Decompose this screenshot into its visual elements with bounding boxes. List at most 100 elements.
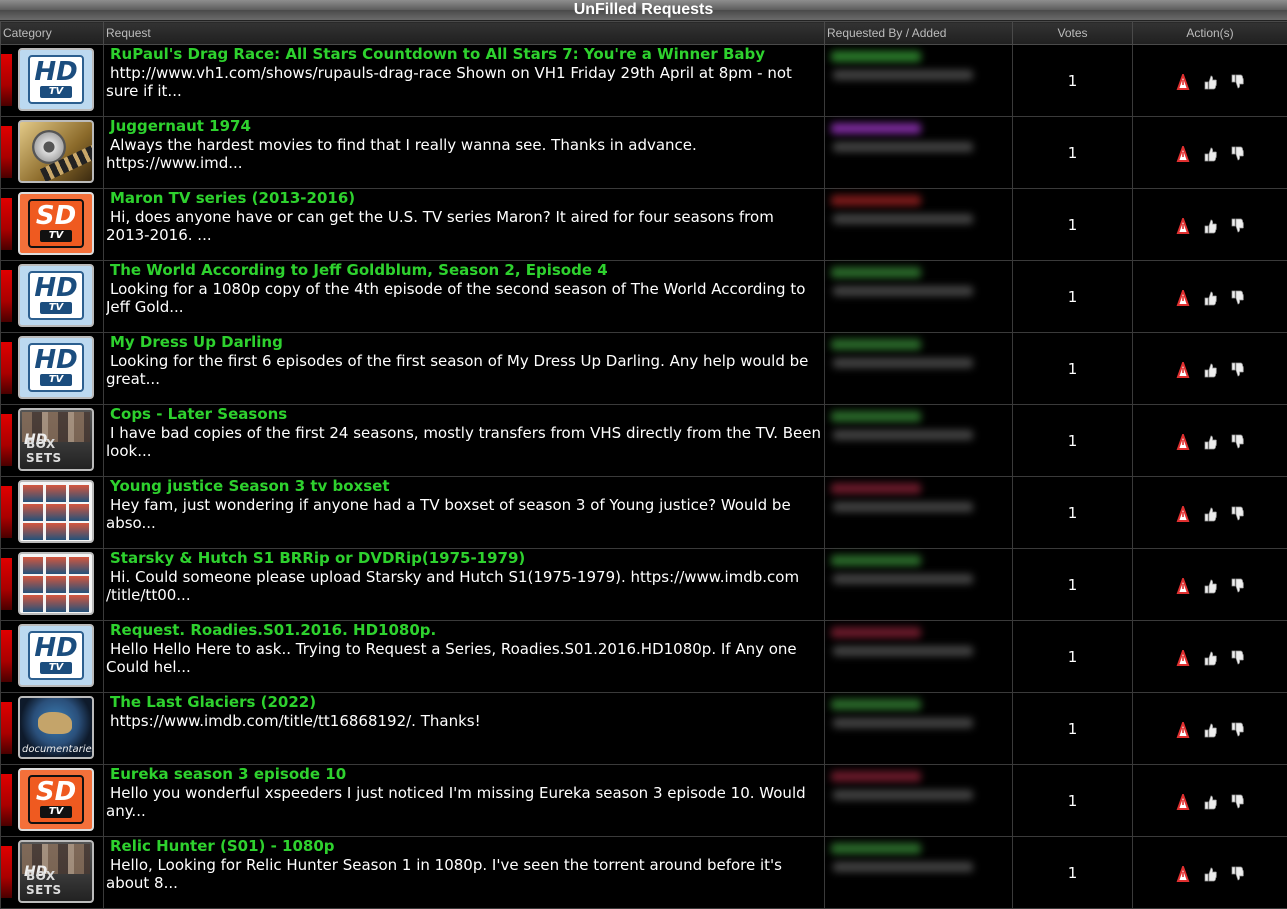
vote-down-icon[interactable] <box>1230 794 1244 810</box>
report-icon[interactable] <box>1176 146 1190 162</box>
vote-up-icon[interactable] <box>1203 578 1217 594</box>
requester-username-blurred[interactable] <box>831 627 921 638</box>
request-title-link[interactable]: RuPaul's Drag Race: All Stars Countdown … <box>106 46 824 63</box>
vote-up-icon[interactable] <box>1203 866 1217 882</box>
category-icon-sublabel: TV <box>40 662 72 674</box>
report-icon[interactable] <box>1176 722 1190 738</box>
report-icon[interactable] <box>1176 362 1190 378</box>
request-title-link[interactable]: My Dress Up Darling <box>106 334 824 351</box>
vote-up-icon[interactable] <box>1203 218 1217 234</box>
vote-up-icon[interactable] <box>1203 794 1217 810</box>
vote-up-icon[interactable] <box>1203 362 1217 378</box>
hd-tv-icon[interactable]: HDTV <box>18 624 94 687</box>
actions-cell <box>1133 765 1287 837</box>
request-title-link[interactable]: Juggernaut 1974 <box>106 118 824 135</box>
requester-username-blurred[interactable] <box>831 195 921 206</box>
request-description-line-1: Hello you wonderful xspeeders I just not… <box>106 784 824 802</box>
column-header-requested-by[interactable]: Requested By / Added <box>825 22 1013 45</box>
votes-count: 1 <box>1013 477 1133 549</box>
vote-down-icon[interactable] <box>1230 434 1244 450</box>
vote-down-icon[interactable] <box>1230 362 1244 378</box>
column-header-request[interactable]: Request <box>104 22 825 45</box>
votes-count: 1 <box>1013 621 1133 693</box>
actions-cell <box>1133 477 1287 549</box>
vote-up-icon[interactable] <box>1203 650 1217 666</box>
requested-by-cell <box>825 45 1013 117</box>
request-cell: Maron TV series (2013-2016) Hi, does any… <box>104 189 825 261</box>
request-title-link[interactable]: Request. Roadies.S01.2016. HD1080p. <box>106 622 824 639</box>
vote-down-icon[interactable] <box>1230 722 1244 738</box>
column-header-category[interactable]: Category <box>1 22 104 45</box>
category-icon-sublabel: BOX SETS <box>26 869 92 897</box>
requester-username-blurred[interactable] <box>831 339 921 350</box>
hd-tv-icon[interactable]: HDTV <box>18 264 94 327</box>
movie-film-icon[interactable] <box>18 120 94 183</box>
table-row: SDTV Maron TV series (2013-2016) Hi, doe… <box>1 189 1287 261</box>
sd-tv-icon[interactable]: SDTV <box>18 192 94 255</box>
requester-username-blurred[interactable] <box>831 771 921 782</box>
request-title-link[interactable]: The World According to Jeff Goldblum, Se… <box>106 262 824 279</box>
category-icon-sublabel: TV <box>40 302 72 314</box>
hd-box-sets-icon[interactable]: HDBOX SETS <box>18 408 94 471</box>
report-icon[interactable] <box>1176 434 1190 450</box>
category-cell: SDTV <box>1 765 104 837</box>
request-title-link[interactable]: The Last Glaciers (2022) <box>106 694 824 711</box>
report-icon[interactable] <box>1176 578 1190 594</box>
category-icon-sublabel: TV <box>40 230 72 242</box>
report-icon[interactable] <box>1176 218 1190 234</box>
request-title-link[interactable]: Relic Hunter (S01) - 1080p <box>106 838 824 855</box>
request-date-blurred <box>833 70 973 80</box>
requester-username-blurred[interactable] <box>831 555 921 566</box>
hd-box-sets-icon[interactable]: HDBOX SETS <box>18 840 94 903</box>
request-title-link[interactable]: Young justice Season 3 tv boxset <box>106 478 824 495</box>
vote-down-icon[interactable] <box>1230 146 1244 162</box>
category-marker <box>1 414 12 466</box>
vote-up-icon[interactable] <box>1203 146 1217 162</box>
request-title-link[interactable]: Maron TV series (2013-2016) <box>106 190 824 207</box>
report-icon[interactable] <box>1176 794 1190 810</box>
report-icon[interactable] <box>1176 290 1190 306</box>
requester-username-blurred[interactable] <box>831 411 921 422</box>
requester-username-blurred[interactable] <box>831 267 921 278</box>
requester-username-blurred[interactable] <box>831 699 921 710</box>
vote-down-icon[interactable] <box>1230 74 1244 90</box>
documentaries-icon[interactable]: documentaries <box>18 696 94 759</box>
category-cell <box>1 549 104 621</box>
vote-down-icon[interactable] <box>1230 650 1244 666</box>
vote-down-icon[interactable] <box>1230 578 1244 594</box>
request-title-link[interactable]: Eureka season 3 episode 10 <box>106 766 824 783</box>
tv-boxset-icon[interactable] <box>18 552 94 615</box>
vote-up-icon[interactable] <box>1203 290 1217 306</box>
report-icon[interactable] <box>1176 74 1190 90</box>
vote-down-icon[interactable] <box>1230 506 1244 522</box>
vote-up-icon[interactable] <box>1203 74 1217 90</box>
tv-boxset-icon[interactable] <box>18 480 94 543</box>
requester-username-blurred[interactable] <box>831 843 921 854</box>
category-icon-label: SD <box>30 777 82 807</box>
vote-down-icon[interactable] <box>1230 218 1244 234</box>
column-header-votes[interactable]: Votes <box>1013 22 1133 45</box>
category-marker <box>1 54 12 106</box>
requester-username-blurred[interactable] <box>831 123 921 134</box>
category-icon-label: HD <box>30 633 82 663</box>
hd-tv-icon[interactable]: HDTV <box>18 336 94 399</box>
vote-down-icon[interactable] <box>1230 290 1244 306</box>
requester-username-blurred[interactable] <box>831 51 921 62</box>
hd-tv-icon[interactable]: HDTV <box>18 48 94 111</box>
category-cell: HDTV <box>1 261 104 333</box>
requester-username-blurred[interactable] <box>831 483 921 494</box>
requested-by-cell <box>825 837 1013 909</box>
vote-up-icon[interactable] <box>1203 722 1217 738</box>
request-title-link[interactable]: Cops - Later Seasons <box>106 406 824 423</box>
vote-up-icon[interactable] <box>1203 434 1217 450</box>
report-icon[interactable] <box>1176 506 1190 522</box>
vote-up-icon[interactable] <box>1203 506 1217 522</box>
vote-down-icon[interactable] <box>1230 866 1244 882</box>
report-icon[interactable] <box>1176 866 1190 882</box>
request-title-link[interactable]: Starsky & Hutch S1 BRRip or DVDRip(1975-… <box>106 550 824 567</box>
actions-cell <box>1133 837 1287 909</box>
sd-tv-icon[interactable]: SDTV <box>18 768 94 831</box>
request-date-blurred <box>833 646 973 656</box>
report-icon[interactable] <box>1176 650 1190 666</box>
request-cell: Juggernaut 1974 Always the hardest movie… <box>104 117 825 189</box>
